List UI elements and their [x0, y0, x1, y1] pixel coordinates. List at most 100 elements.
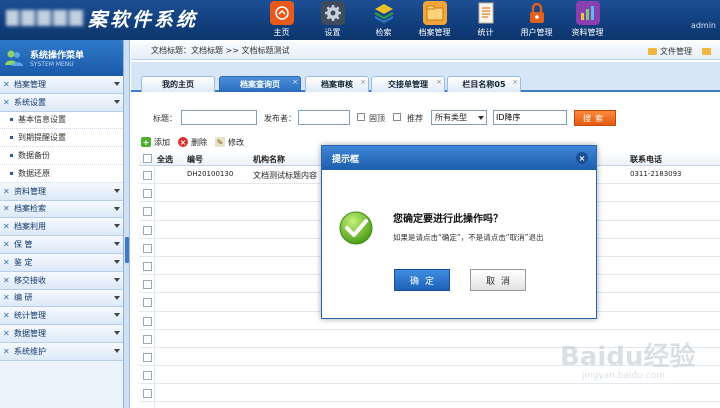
- nav-label: 检索: [375, 28, 392, 37]
- breadcrumb: 文档标题：文档标题 >> 文档标题测试 文件管理: [131, 42, 720, 60]
- row-checkbox[interactable]: [143, 334, 152, 344]
- add-button[interactable]: + 添加: [141, 137, 170, 148]
- delete-button[interactable]: × 删除: [178, 137, 207, 148]
- tab-handover[interactable]: 交接单管理 ×: [371, 76, 445, 92]
- publisher-input[interactable]: [298, 110, 350, 125]
- select-all-checkbox[interactable]: [143, 154, 152, 163]
- nav-label: 档案管理: [418, 28, 451, 37]
- add-label: 添加: [154, 137, 170, 147]
- tab-column-05[interactable]: 栏目名称05 ×: [447, 76, 521, 92]
- ok-button[interactable]: 确定: [394, 269, 450, 291]
- title-input[interactable]: [181, 110, 257, 125]
- edit-button[interactable]: ✎ 修改: [215, 137, 244, 148]
- nav-label: 统计: [477, 28, 494, 37]
- nav-search[interactable]: 检索: [358, 0, 409, 40]
- tab-archive-query[interactable]: 档案查询页 ×: [219, 76, 301, 92]
- sidebar-splitter[interactable]: [124, 40, 130, 408]
- search-button[interactable]: 搜索: [574, 110, 616, 126]
- row-checkbox[interactable]: [143, 298, 152, 308]
- sidebar-item-label: 档案利用: [14, 222, 46, 232]
- sidebar-item-appraisal[interactable]: ✕ 鉴 定: [0, 253, 123, 272]
- type-select[interactable]: 所有类型: [431, 110, 487, 125]
- sidebar-subitem-basic-info[interactable]: 基本信息设置: [0, 111, 123, 130]
- recommend-checkbox[interactable]: [393, 113, 401, 121]
- sidebar-subitem-expiry-reminder[interactable]: 到期提醒设置: [0, 129, 123, 148]
- row-checkbox[interactable]: [143, 371, 152, 381]
- logo-title: 案软件系统: [88, 8, 199, 31]
- caret-down-icon: [114, 224, 120, 229]
- blurred-logo-text: [6, 10, 84, 26]
- cancel-button[interactable]: 取消: [470, 269, 526, 291]
- collapse-handle[interactable]: [125, 237, 129, 263]
- sidebar-item-label: 编 研: [14, 293, 33, 303]
- close-icon[interactable]: ×: [436, 78, 442, 86]
- file-management-label: 文件管理: [660, 47, 692, 56]
- sidebar-item-archive-use[interactable]: ✕ 档案利用: [0, 218, 123, 237]
- row-checkbox[interactable]: [143, 225, 152, 235]
- top-checkbox[interactable]: [357, 113, 365, 121]
- sidebar-item-label: 保 管: [14, 240, 33, 250]
- close-icon: ✕: [3, 293, 10, 303]
- sidebar-item-material-management[interactable]: ✕ 资料管理: [0, 182, 123, 201]
- nav-statistics[interactable]: 统计: [460, 0, 511, 40]
- dialog-close-icon[interactable]: ×: [576, 152, 588, 164]
- type-select-value: 所有类型: [435, 113, 467, 122]
- current-user[interactable]: admin: [691, 21, 716, 30]
- row-checkbox[interactable]: [143, 280, 152, 290]
- dialog-title: 提示框: [332, 154, 360, 165]
- tab-archive-review[interactable]: 档案审核 ×: [305, 76, 369, 92]
- caret-down-icon: [114, 277, 120, 282]
- second-action-link[interactable]: [702, 46, 714, 57]
- nav-archive-management[interactable]: 档案管理: [409, 0, 460, 40]
- sidebar-item-label: 统计管理: [14, 311, 46, 321]
- order-input[interactable]: [493, 110, 567, 125]
- row-checkbox[interactable]: [143, 352, 152, 362]
- tab-label: 我的主页: [162, 80, 194, 89]
- nav-user-management[interactable]: 用户管理: [511, 0, 562, 40]
- row-checkbox[interactable]: [143, 189, 152, 199]
- nav-home[interactable]: 主页: [256, 0, 307, 40]
- folder-icon: [422, 1, 447, 25]
- sidebar-subitem-backup[interactable]: 数据备份: [0, 147, 123, 165]
- sidebar-item-statistics[interactable]: ✕ 统计管理: [0, 307, 123, 326]
- tab-my-home[interactable]: 我的主页: [141, 76, 215, 92]
- sidebar-item-compilation[interactable]: ✕ 编 研: [0, 289, 123, 308]
- row-checkbox[interactable]: [143, 171, 152, 180]
- sidebar-item-maintenance[interactable]: ✕ 系统维护: [0, 342, 123, 361]
- row-checkbox[interactable]: [143, 316, 152, 326]
- sidebar-subitem-label: 数据备份: [18, 151, 50, 161]
- close-icon[interactable]: ×: [292, 78, 298, 86]
- row-code: DH20100130: [187, 170, 234, 178]
- sidebar-item-custody[interactable]: ✕ 保 管: [0, 236, 123, 254]
- edit-icon: ✎: [215, 137, 225, 147]
- sidebar-subtitle: SYSTEM MENU: [30, 61, 74, 68]
- row-checkbox[interactable]: [143, 207, 152, 217]
- watermark-logo: Baidu经验: [560, 342, 696, 372]
- close-icon[interactable]: ×: [512, 78, 518, 86]
- row-checkbox[interactable]: [143, 243, 152, 253]
- sidebar-item-transfer[interactable]: ✕ 移交接收: [0, 271, 123, 290]
- delete-label: 删除: [191, 137, 207, 147]
- sidebar-item-label: 资料管理: [14, 186, 46, 196]
- sidebar-item-system-settings[interactable]: ✕ 系统设置: [0, 93, 123, 112]
- top-header: 案软件系统 主页 设置 检索 档案管理 统计 用户管理 资料管理 admin: [0, 0, 720, 40]
- search-bar: 标题： 发布者： 固顶 推荐 所有类型 搜索: [131, 108, 720, 130]
- sidebar-item-archive-management[interactable]: ✕ 档案管理: [0, 76, 123, 94]
- close-icon[interactable]: ×: [360, 78, 366, 86]
- close-icon: ✕: [3, 275, 10, 285]
- row-checkbox[interactable]: [143, 261, 152, 271]
- file-management-link[interactable]: 文件管理: [648, 46, 692, 57]
- sidebar-item-archive-search[interactable]: ✕ 档案检索: [0, 200, 123, 219]
- confirm-dialog: 提示框 × 您确定要进行此操作吗？ 如果是请点击“确定”，不是请点击“取消”退出…: [321, 145, 597, 319]
- row-org-name: 文档测试标题内容: [253, 171, 317, 180]
- row-checkbox[interactable]: [143, 389, 152, 399]
- nav-material-management[interactable]: 资料管理: [562, 0, 613, 40]
- caret-down-icon: [114, 82, 120, 86]
- sidebar-header: 系统操作菜单 SYSTEM MENU: [0, 40, 123, 76]
- sidebar-item-data-management[interactable]: ✕ 数据管理: [0, 325, 123, 343]
- nav-settings[interactable]: 设置: [307, 0, 358, 40]
- sidebar-subitem-restore[interactable]: 数据还原: [0, 164, 123, 183]
- code-header: 编号: [187, 155, 203, 164]
- layers-icon: [372, 1, 396, 25]
- caret-down-icon: [114, 242, 120, 247]
